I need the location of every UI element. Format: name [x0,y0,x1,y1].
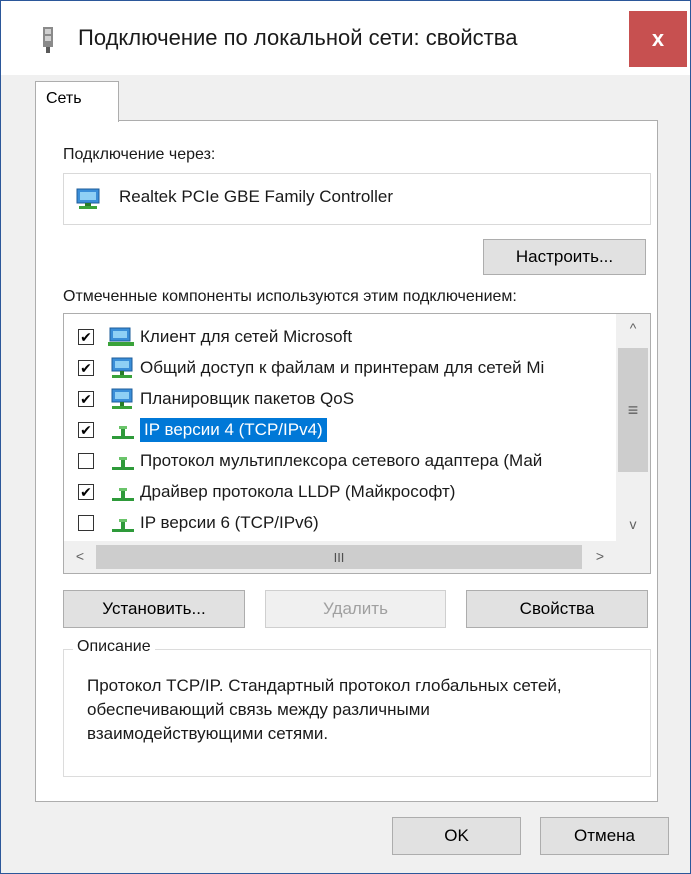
component-label: IP версии 4 (TCP/IPv4) [140,418,327,442]
component-label: Драйвер протокола LLDP (Майкрософт) [140,482,456,501]
components-label: Отмеченные компоненты используются этим … [63,288,517,305]
horizontal-scroll-thumb[interactable]: III [96,545,582,569]
install-button[interactable]: Установить... [63,590,245,628]
component-label: Протокол мультиплексора сетевого адаптер… [140,451,543,470]
scroll-up-arrow-icon[interactable]: ^ [616,320,650,336]
vertical-scroll-thumb[interactable]: ≡ [618,348,648,472]
list-item[interactable]: ✔ Планировщик пакетов QoS [64,384,616,414]
network-connection-icon [43,27,53,53]
list-item[interactable]: ✔ Клиент для сетей Microsoft [64,322,616,352]
list-item[interactable]: ✔ Драйвер протокола LLDP (Майкрософт) [64,477,616,507]
scroll-right-arrow-icon[interactable]: > [590,548,610,564]
ok-button[interactable]: OK [392,817,521,855]
component-label: IP версии 6 (TCP/IPv6) [140,513,319,532]
cancel-button[interactable]: Отмена [540,817,669,855]
network-service-icon [111,357,133,378]
component-checkbox[interactable]: ✔ [78,391,94,407]
scroll-down-arrow-icon[interactable]: v [616,516,650,532]
component-label: Клиент для сетей Microsoft [140,327,353,346]
configure-button[interactable]: Настроить... [483,239,646,275]
grip-icon: ≡ [627,400,639,420]
grip-icon: III [333,549,345,565]
adapter-name: Realtek PCIe GBE Family Controller [119,187,393,206]
window-title: Подключение по локальной сети: свойства [78,25,518,50]
remove-button[interactable]: Удалить [265,590,446,628]
list-item[interactable]: ✔ Общий доступ к файлам и принтерам для … [64,353,616,383]
component-checkbox[interactable] [78,515,94,531]
scrollbar-corner [616,541,650,573]
network-service-icon [111,388,133,409]
components-list[interactable]: ✔ Клиент для сетей Microsoft ✔ Общий дос… [63,313,651,574]
connect-using-label: Подключение через: [63,146,216,163]
scroll-left-arrow-icon[interactable]: < [70,548,90,564]
protocol-icon [112,426,134,439]
component-checkbox[interactable] [78,453,94,469]
close-button[interactable]: x [629,11,687,67]
network-client-icon [108,327,134,346]
component-label: Планировщик пакетов QoS [140,389,355,408]
adapter-field: Realtek PCIe GBE Family Controller [63,173,651,225]
list-item[interactable]: IP версии 6 (TCP/IPv6) [64,508,616,538]
title-bar: Подключение по локальной сети: свойства … [1,1,690,75]
component-checkbox[interactable]: ✔ [78,422,94,438]
properties-dialog: Подключение по локальной сети: свойства … [0,0,691,874]
horizontal-scrollbar[interactable]: < III > [64,541,616,573]
protocol-icon [112,488,134,501]
properties-button[interactable]: Свойства [466,590,648,628]
tab-network[interactable]: Сеть [35,81,119,122]
component-checkbox[interactable]: ✔ [78,484,94,500]
component-checkbox[interactable]: ✔ [78,360,94,376]
component-label: Общий доступ к файлам и принтерам для се… [140,358,545,377]
vertical-scrollbar[interactable]: ^ ≡ v [616,314,650,541]
description-legend: Описание [73,638,155,656]
protocol-icon [112,457,134,470]
list-item[interactable]: ✔ IP версии 4 (TCP/IPv4) [64,415,616,445]
description-text: Протокол TCP/IP. Стандартный протокол гл… [87,676,562,743]
protocol-icon [112,519,134,532]
list-item[interactable]: Протокол мультиплексора сетевого адаптер… [64,446,616,476]
network-adapter-icon [76,188,100,209]
component-checkbox[interactable]: ✔ [78,329,94,345]
